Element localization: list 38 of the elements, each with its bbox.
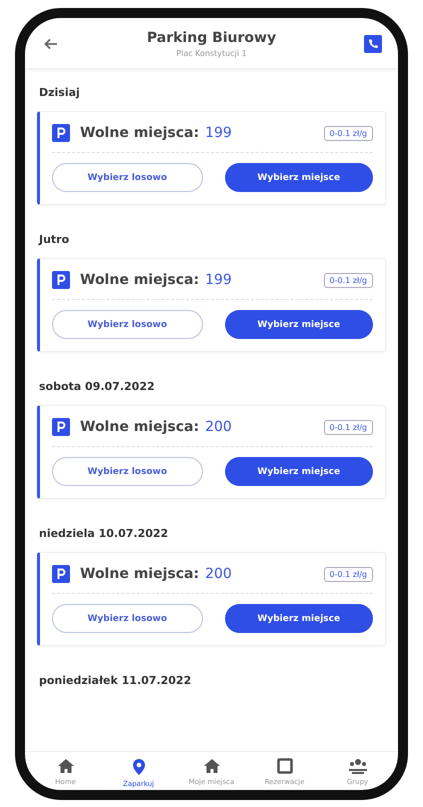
house-icon — [56, 758, 74, 774]
free-spots-label: Wolne miejsca: — [80, 419, 200, 435]
day-heading: sobota 09.07.2022 — [38, 379, 156, 395]
group-icon — [348, 758, 368, 774]
square-icon — [276, 758, 292, 774]
price-tag: 0-0.1 zł/g — [324, 272, 373, 288]
header-subtitle: Plac Konstytucji 1 — [176, 49, 247, 58]
day-heading: poniedziałek 11.07.2022 — [38, 673, 192, 689]
day-heading: Jutro — [37, 232, 70, 248]
header-title: Parking Biurowy — [146, 30, 276, 46]
parking-icon — [52, 124, 70, 142]
parking-icon — [52, 418, 70, 436]
day-heading: niedziela 10.07.2022 — [38, 526, 170, 542]
random-spot-button[interactable]: Wybierz losowo — [52, 310, 202, 339]
price-tag: 0-0.1 zł/g — [324, 420, 373, 434]
choose-spot-button[interactable]: Wybierz miejsce — [224, 604, 373, 633]
free-spots-label: Wolne miejsca: — [80, 272, 200, 288]
price-tag: 0-0.1 zł/g — [324, 126, 373, 140]
choose-spot-button[interactable]: Wybierz miejsce — [224, 310, 373, 339]
random-spot-button[interactable]: Wybierz losowo — [52, 457, 202, 486]
free-spots-count: 200 — [205, 566, 232, 582]
free-spots-label: Wolne miejsca: — [80, 125, 200, 141]
phone-icon[interactable] — [364, 35, 382, 53]
parking-icon — [52, 565, 70, 583]
choose-spot-button[interactable]: Wybierz miejsce — [224, 457, 373, 486]
house-icon — [202, 758, 220, 774]
day-heading: Dzisiaj — [38, 85, 81, 101]
random-spot-button[interactable]: Wybierz losowo — [52, 163, 202, 192]
back-arrow-icon[interactable] — [43, 36, 59, 52]
location-pin-icon — [132, 758, 146, 776]
price-tag: 0-0.1 zł/g — [324, 566, 373, 582]
free-spots-count: 199 — [205, 272, 232, 288]
free-spots-count: 199 — [205, 125, 232, 141]
free-spots-count: 200 — [205, 419, 232, 435]
random-spot-button[interactable]: Wybierz losowo — [52, 604, 202, 633]
choose-spot-button[interactable]: Wybierz miejsce — [224, 163, 373, 192]
parking-icon — [52, 271, 70, 289]
free-spots-label: Wolne miejsca: — [80, 566, 200, 582]
